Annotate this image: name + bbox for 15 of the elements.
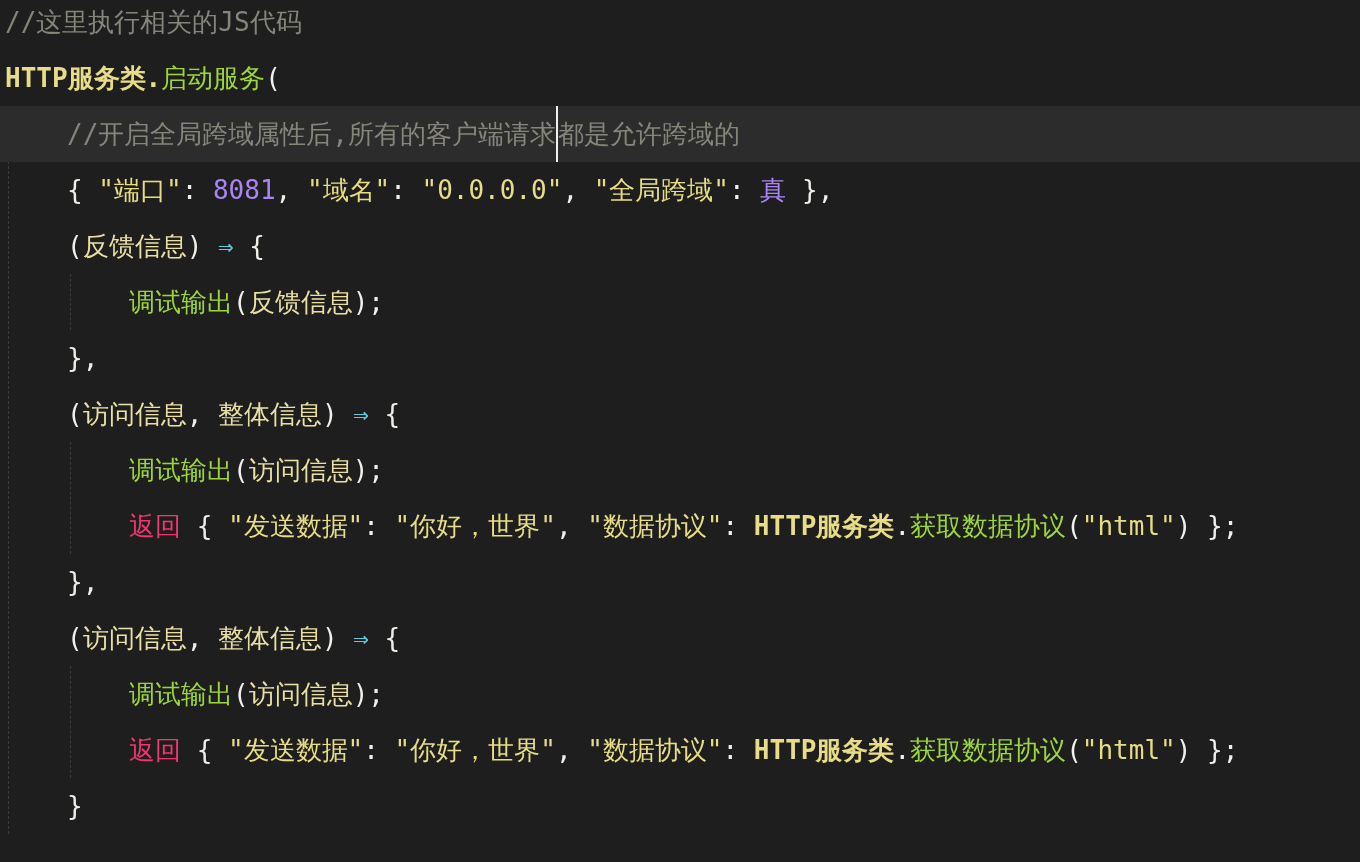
code-line: 调试输出(访问信息); xyxy=(129,678,384,711)
code-line: (访问信息, 整体信息) ⇒ { xyxy=(67,398,401,431)
code-line: } xyxy=(67,790,83,823)
code-line: { "端口": 8081, "域名": "0.0.0.0", "全局跨域": 真 }, xyxy=(67,174,834,207)
code-line: HTTP服务类.启动服务( xyxy=(5,62,281,95)
code-line: //这里执行相关的JS代码 xyxy=(5,6,302,39)
code-line: (反馈信息) ⇒ { xyxy=(67,230,265,263)
code-line: 返回 { "发送数据": "你好，世界", "数据协议": HTTP服务类.获取数据协议("html") }; xyxy=(129,510,1239,543)
code-line: (访问信息, 整体信息) ⇒ { xyxy=(67,622,401,655)
code-line: }, xyxy=(67,342,99,375)
code-line: 返回 { "发送数据": "你好，世界", "数据协议": HTTP服务类.获取数据协议("html") }; xyxy=(129,734,1239,767)
code-line: 调试输出(访问信息); xyxy=(129,454,384,487)
code-line: 调试输出(反馈信息); xyxy=(129,286,384,319)
code-line: }, xyxy=(67,566,99,599)
code-line: //开启全局跨域属性后,所有的客户端请求都是允许跨域的 xyxy=(67,106,740,162)
